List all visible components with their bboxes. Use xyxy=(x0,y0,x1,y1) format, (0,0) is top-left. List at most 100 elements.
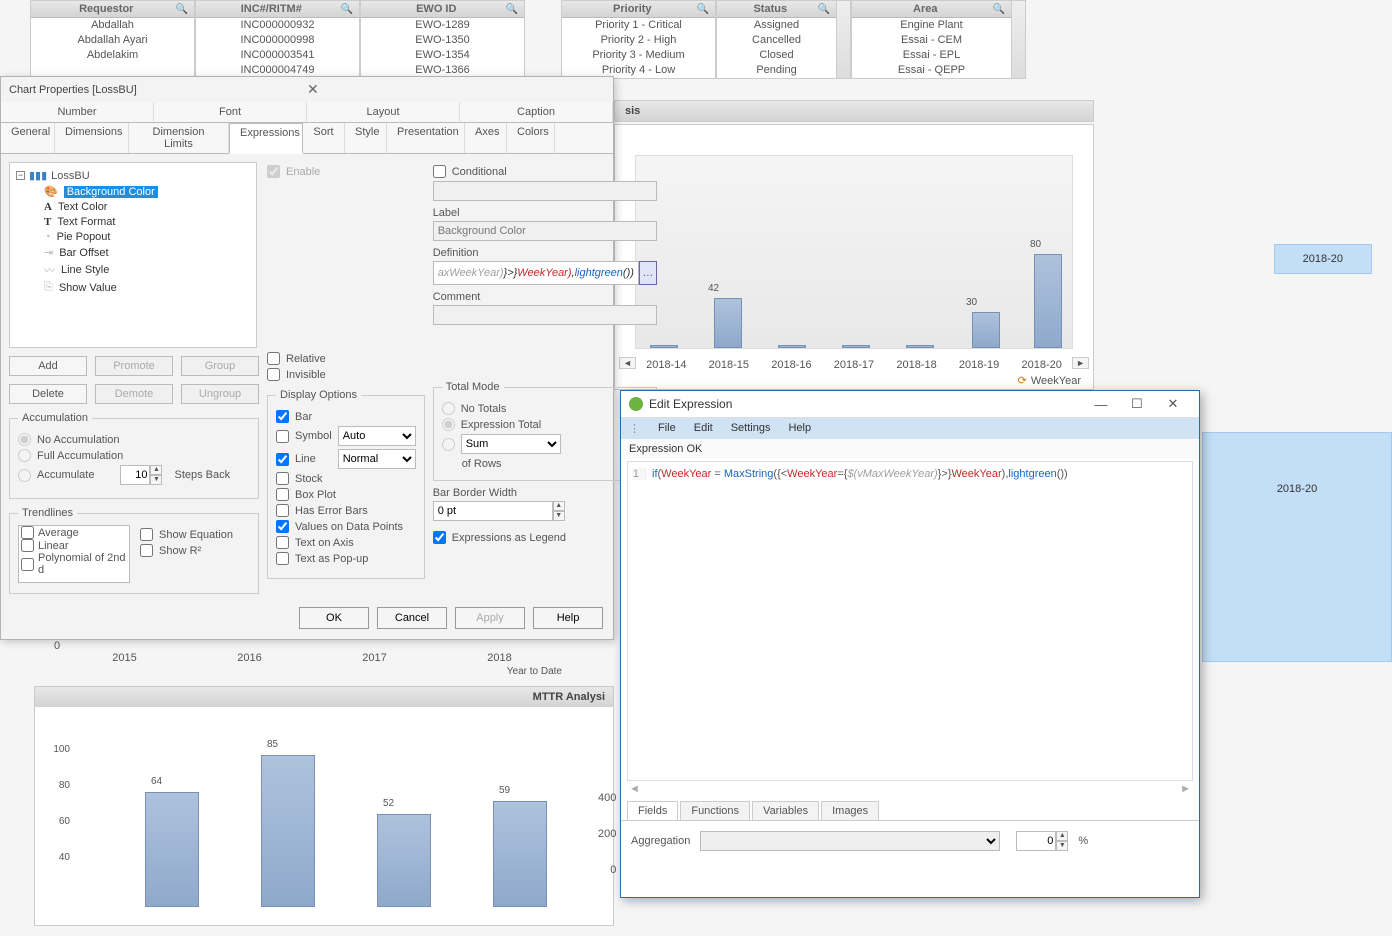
list-item[interactable]: Abdallah Ayari xyxy=(35,33,190,48)
tab-layout[interactable]: Layout xyxy=(307,102,460,122)
check-invisible[interactable] xyxy=(267,368,280,381)
tab-dimension-limits[interactable]: Dimension Limits xyxy=(129,123,229,153)
cycle-icon[interactable]: ⟳ xyxy=(1018,374,1027,387)
tree-item-text-format[interactable]: TText Format xyxy=(16,216,250,228)
line-select[interactable]: Normal xyxy=(338,449,416,469)
list-item[interactable]: Abdelakim xyxy=(35,48,190,63)
list-item[interactable]: Essai - EPL xyxy=(856,48,1007,63)
cancel-button[interactable]: Cancel xyxy=(377,607,447,629)
collapse-icon[interactable]: − xyxy=(16,171,25,180)
check-errorbars[interactable] xyxy=(276,504,289,517)
spin-up-icon[interactable]: ▲ xyxy=(150,465,162,475)
menu-settings[interactable]: Settings xyxy=(731,422,771,435)
tab-presentation[interactable]: Presentation xyxy=(387,123,465,153)
tab-images[interactable]: Images xyxy=(821,801,879,820)
search-icon[interactable]: 🔍 xyxy=(818,4,830,15)
minimize-icon[interactable]: — xyxy=(1083,397,1119,412)
list-item[interactable]: Assigned xyxy=(721,18,832,33)
dialog-titlebar[interactable]: Chart Properties [LossBU] ✕ xyxy=(1,77,613,102)
tree-root[interactable]: − ▮▮▮ LossBU xyxy=(16,169,250,182)
spin-down-icon[interactable]: ▼ xyxy=(1056,841,1068,851)
check-show-r2[interactable] xyxy=(140,544,153,557)
list-item[interactable]: Priority 2 - High xyxy=(566,33,711,48)
search-icon[interactable]: 🔍 xyxy=(176,4,188,15)
check-conditional[interactable] xyxy=(433,165,446,178)
ok-button[interactable]: OK xyxy=(299,607,369,629)
spin-up-icon[interactable]: ▲ xyxy=(553,501,565,511)
tree-item-show-value[interactable]: ⎘Show Value xyxy=(16,281,250,294)
comment-input[interactable] xyxy=(433,305,657,325)
list-item[interactable]: EWO-1354 xyxy=(365,48,520,63)
close-icon[interactable]: ✕ xyxy=(1155,396,1191,412)
trendlines-list[interactable]: Average Linear Polynomial of 2nd d xyxy=(18,525,130,583)
list-item[interactable]: Cancelled xyxy=(721,33,832,48)
menu-edit[interactable]: Edit xyxy=(694,422,713,435)
search-icon[interactable]: 🔍 xyxy=(506,4,518,15)
tab-axes[interactable]: Axes xyxy=(465,123,507,153)
conditional-input[interactable] xyxy=(433,181,657,201)
sum-select[interactable]: Sum xyxy=(461,434,561,454)
tab-colors[interactable]: Colors xyxy=(507,123,555,153)
list-item[interactable]: Pending xyxy=(721,63,832,78)
tab-sort[interactable]: Sort xyxy=(303,123,345,153)
check-symbol[interactable] xyxy=(276,430,289,443)
help-button[interactable]: Help xyxy=(533,607,603,629)
list-item[interactable]: INC000000932 xyxy=(200,18,355,33)
check-expressions-as-legend[interactable] xyxy=(433,531,446,544)
check-stock[interactable] xyxy=(276,472,289,485)
dialog-titlebar[interactable]: Edit Expression — ☐ ✕ xyxy=(621,391,1199,418)
check-average[interactable] xyxy=(21,526,34,539)
tab-style[interactable]: Style xyxy=(345,123,387,153)
search-icon[interactable]: 🔍 xyxy=(697,4,709,15)
aggregation-select[interactable] xyxy=(700,831,1000,851)
list-item[interactable]: Abdallah xyxy=(35,18,190,33)
spin-up-icon[interactable]: ▲ xyxy=(1056,831,1068,841)
list-item[interactable]: INC000000998 xyxy=(200,33,355,48)
definition-input[interactable]: axWeekYear)}>}WeekYear),lightgreen()) xyxy=(433,261,639,285)
tab-fields[interactable]: Fields xyxy=(627,801,678,820)
check-boxplot[interactable] xyxy=(276,488,289,501)
tab-functions[interactable]: Functions xyxy=(680,801,750,820)
list-item[interactable]: EWO-1350 xyxy=(365,33,520,48)
check-show-equation[interactable] xyxy=(140,528,153,541)
menu-help[interactable]: Help xyxy=(788,422,811,435)
scroll-left-icon[interactable]: ◄ xyxy=(629,783,640,795)
tree-item-bar-offset[interactable]: ⇥Bar Offset xyxy=(16,246,250,259)
scrollbar[interactable] xyxy=(836,1,850,78)
scroll-right-icon[interactable]: ► xyxy=(1072,357,1089,369)
tab-font[interactable]: Font xyxy=(154,102,307,122)
add-button[interactable]: Add xyxy=(9,356,87,376)
list-item[interactable]: INC000003541 xyxy=(200,48,355,63)
spin-down-icon[interactable]: ▼ xyxy=(553,511,565,521)
expression-editor[interactable]: 1if(WeekYear = MaxString({<WeekYear={$(v… xyxy=(627,461,1193,781)
menu-file[interactable]: File xyxy=(658,422,676,435)
check-text-popup[interactable] xyxy=(276,552,289,565)
scrollbar[interactable] xyxy=(1011,1,1025,78)
definition-expand-button[interactable]: … xyxy=(639,261,657,285)
spin-down-icon[interactable]: ▼ xyxy=(150,475,162,485)
tab-expressions[interactable]: Expressions xyxy=(229,123,303,154)
tab-general[interactable]: General xyxy=(1,123,55,153)
list-item[interactable]: Priority 3 - Medium xyxy=(566,48,711,63)
list-item[interactable]: Engine Plant xyxy=(856,18,1007,33)
search-icon[interactable]: 🔍 xyxy=(993,4,1005,15)
bar-border-width-input[interactable] xyxy=(433,501,553,521)
tab-variables[interactable]: Variables xyxy=(752,801,819,820)
close-icon[interactable]: ✕ xyxy=(307,81,605,98)
check-linear[interactable] xyxy=(21,539,34,552)
check-line[interactable] xyxy=(276,453,289,466)
check-relative[interactable] xyxy=(267,352,280,365)
list-item[interactable]: EWO-1289 xyxy=(365,18,520,33)
tree-item-line-style[interactable]: 〰Line Style xyxy=(16,262,250,278)
label-input[interactable] xyxy=(433,221,657,241)
search-icon[interactable]: 🔍 xyxy=(341,4,353,15)
check-bar[interactable] xyxy=(276,410,289,423)
delete-button[interactable]: Delete xyxy=(9,384,87,404)
tab-dimensions[interactable]: Dimensions xyxy=(55,123,129,153)
check-text-on-axis[interactable] xyxy=(276,536,289,549)
list-item[interactable]: Priority 1 - Critical xyxy=(566,18,711,33)
list-item[interactable]: Essai - QEPP xyxy=(856,63,1007,78)
check-values-datapoints[interactable] xyxy=(276,520,289,533)
list-item[interactable]: Closed xyxy=(721,48,832,63)
stepsback-input[interactable] xyxy=(120,465,150,485)
